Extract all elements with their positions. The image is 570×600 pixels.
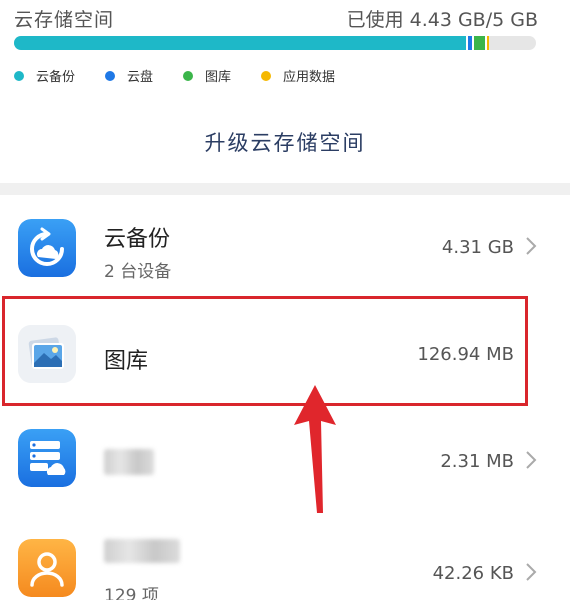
item-size: 2.31 MB	[440, 451, 514, 472]
chevron-right-icon	[526, 237, 537, 255]
item-name: 图库	[104, 349, 149, 374]
legend-label: 图库	[205, 70, 232, 85]
chevron-right-icon	[526, 563, 537, 581]
item-name: 云备份	[104, 227, 171, 252]
item-subtitle: 129 项	[104, 586, 159, 600]
legend-item: 图库	[183, 66, 231, 85]
legend-dot-icon	[105, 70, 116, 81]
storage-header: 云存储空间 已使用 4.43 GB/5 GB 云备份 云盘 图库 应用数据 升级云存储…	[0, 0, 570, 172]
item-subtitle: 2 台设备	[104, 262, 172, 282]
legend-dot-icon	[261, 70, 272, 81]
blurred-item-name	[104, 539, 180, 563]
section-divider	[0, 183, 570, 195]
item-size: 42.26 KB	[432, 563, 514, 584]
gallery-icon	[18, 325, 76, 383]
chevron-right-icon	[526, 451, 537, 469]
cloud-backup-icon	[18, 219, 76, 277]
legend-label: 应用数据	[283, 70, 336, 85]
legend-item: 应用数据	[261, 66, 335, 85]
bar-segment-appdata	[486, 36, 489, 50]
legend-dot-icon	[183, 70, 194, 81]
blurred-item-name	[104, 449, 154, 475]
item-size: 4.31 GB	[441, 237, 514, 258]
legend-dot-icon	[14, 70, 24, 81]
bar-segment-backup	[14, 36, 467, 50]
storage-usage-bar	[14, 36, 536, 50]
bar-segment-gallery	[474, 36, 485, 50]
upgrade-storage-button[interactable]: 升级云存储空间	[0, 120, 570, 164]
legend-label: 云备份	[36, 70, 76, 85]
list-item-drive[interactable]: 2.31 MB	[0, 407, 570, 511]
storage-item-list: 云备份 2 台设备 4.31 GB 图库 126.94 MB 2.31 MB 1…	[0, 195, 570, 600]
storage-legend: 云备份 云盘 图库 应用数据	[14, 66, 365, 85]
item-size: 126.94 MB	[417, 344, 514, 365]
legend-label: 云盘	[127, 70, 154, 85]
list-item-contacts[interactable]: 129 项 42.26 KB	[0, 511, 570, 600]
contacts-icon	[18, 539, 76, 597]
storage-title: 云存储空间	[14, 9, 115, 31]
legend-item: 云盘	[105, 66, 153, 85]
storage-usage: 已使用 4.43 GB/5 GB	[346, 9, 538, 31]
list-item-gallery[interactable]: 图库 126.94 MB	[0, 297, 570, 407]
legend-item: 云备份	[14, 66, 75, 85]
list-item-cloud-backup[interactable]: 云备份 2 台设备 4.31 GB	[0, 195, 570, 297]
drive-icon	[18, 429, 76, 487]
